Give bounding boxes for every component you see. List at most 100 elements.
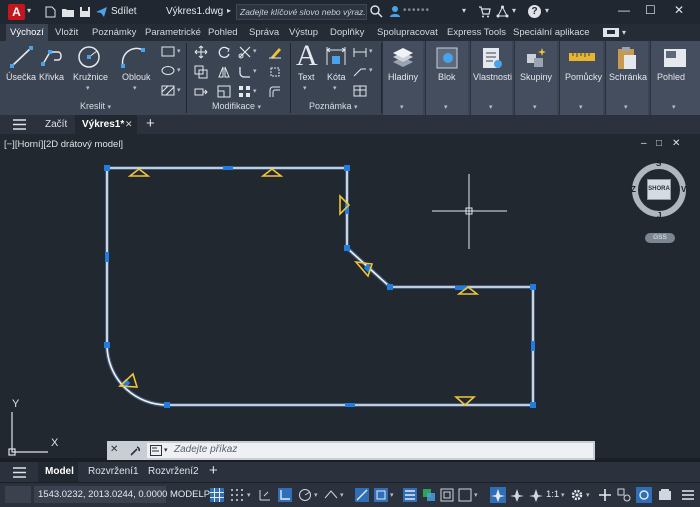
maximize-window-button[interactable]: ☐ bbox=[645, 3, 656, 17]
polyline-icon[interactable] bbox=[40, 44, 66, 70]
connect-chevron-icon[interactable]: ▾ bbox=[512, 6, 516, 15]
cart-icon[interactable] bbox=[478, 6, 491, 18]
command-close-icon[interactable]: ✕ bbox=[110, 444, 118, 455]
model-tab[interactable]: Model bbox=[38, 462, 78, 482]
leader-icon[interactable] bbox=[353, 65, 367, 77]
user-name[interactable]: •••••• bbox=[403, 5, 430, 16]
tab-express-tools[interactable]: Express Tools bbox=[447, 27, 506, 38]
properties-panel-button[interactable]: Vlastnosti ▾ bbox=[470, 41, 512, 115]
annotation-visibility-icon[interactable] bbox=[490, 487, 506, 503]
line-button[interactable]: Úsečka bbox=[6, 72, 36, 82]
isodraft-dropdown-icon[interactable]: ▾ bbox=[340, 491, 344, 499]
dimension-button[interactable]: Kóta bbox=[327, 72, 346, 82]
polar-dropdown-icon[interactable]: ▾ bbox=[314, 491, 318, 499]
isolate-objects-icon[interactable] bbox=[658, 488, 672, 502]
connect-icon[interactable] bbox=[496, 5, 509, 18]
close-window-button[interactable]: ✕ bbox=[674, 3, 684, 17]
scale-icon[interactable] bbox=[217, 85, 231, 99]
transparency-icon[interactable] bbox=[422, 488, 436, 502]
circle-icon[interactable] bbox=[76, 44, 102, 70]
layout-menu-icon[interactable] bbox=[13, 467, 26, 478]
utilities-panel-button[interactable]: Pomůcky ▾ bbox=[559, 41, 603, 115]
new-file-icon[interactable] bbox=[44, 6, 56, 18]
ribbon-toggle-chevron-icon[interactable]: ▾ bbox=[622, 28, 626, 37]
new-layout-button[interactable]: + bbox=[209, 462, 218, 479]
share-icon[interactable] bbox=[95, 6, 108, 18]
3d-object-snap-icon[interactable] bbox=[458, 488, 472, 502]
copy-icon[interactable] bbox=[194, 65, 208, 79]
polar-tracking-icon[interactable] bbox=[298, 488, 312, 502]
start-tab[interactable]: Začít bbox=[45, 119, 67, 130]
explode-icon[interactable] bbox=[268, 65, 282, 79]
customization-menu-icon[interactable] bbox=[681, 488, 695, 502]
circle-button[interactable]: Kružnice bbox=[73, 72, 108, 82]
ellipse-icon[interactable] bbox=[161, 65, 175, 76]
model-space-toggle[interactable]: MODELP bbox=[170, 489, 210, 500]
infer-constraints-icon[interactable] bbox=[258, 488, 272, 502]
auto-scale-icon[interactable] bbox=[509, 487, 525, 503]
drawing-geometry[interactable] bbox=[0, 134, 700, 458]
tab-sprava[interactable]: Správa bbox=[249, 27, 279, 38]
clipboard-panel-button[interactable]: Schránka ▾ bbox=[605, 41, 648, 115]
3d-snap-dropdown-icon[interactable]: ▾ bbox=[474, 491, 478, 499]
layout2-tab[interactable]: Rozvržení2 bbox=[148, 466, 199, 477]
draw-panel-title[interactable]: Kreslit ▾ bbox=[80, 101, 111, 111]
share-button[interactable]: Sdílet bbox=[111, 6, 137, 17]
tab-specialni-aplikace[interactable]: Speciální aplikace bbox=[513, 27, 590, 38]
workspace-gear-icon[interactable] bbox=[570, 488, 584, 502]
trim-icon[interactable] bbox=[238, 45, 252, 59]
fillet-icon[interactable] bbox=[238, 65, 252, 79]
layers-panel-button[interactable]: Hladiny ▾ bbox=[382, 41, 423, 115]
active-drawing-tab[interactable]: Výkres1* ✕ bbox=[75, 115, 137, 134]
command-input[interactable]: ▾ Zadejte příkaz bbox=[147, 443, 593, 458]
tab-vychozi[interactable]: Výchozí bbox=[6, 24, 48, 41]
annotation-scale-icon[interactable] bbox=[528, 487, 544, 503]
move-icon[interactable] bbox=[194, 45, 208, 59]
tab-vlozit[interactable]: Vložit bbox=[55, 27, 78, 38]
search-expand-icon[interactable]: ▸ bbox=[227, 6, 231, 15]
drawing-canvas[interactable]: [−][Horní][2D drátový model] – □ ✕ S J Z… bbox=[0, 134, 700, 458]
tab-doplnky[interactable]: Doplňky bbox=[330, 27, 364, 38]
command-line[interactable]: ✕ ▾ Zadejte příkaz bbox=[107, 441, 595, 460]
dimension-dropdown-icon[interactable]: ▾ bbox=[333, 84, 337, 92]
user-icon[interactable] bbox=[389, 5, 401, 18]
annotation-monitor-icon[interactable] bbox=[598, 488, 612, 502]
object-snap-icon[interactable] bbox=[374, 488, 388, 502]
table-icon[interactable] bbox=[353, 85, 367, 97]
ellipse-dropdown-icon[interactable]: ▾ bbox=[177, 66, 181, 74]
dimension-icon[interactable] bbox=[324, 44, 348, 70]
ortho-mode-icon[interactable] bbox=[278, 488, 292, 502]
minimize-window-button[interactable]: — bbox=[618, 3, 630, 17]
rectangle-icon[interactable] bbox=[161, 46, 175, 57]
tab-parametricke[interactable]: Parametrické bbox=[145, 27, 201, 38]
block-panel-button[interactable]: Blok ▾ bbox=[425, 41, 468, 115]
mirror-icon[interactable] bbox=[217, 65, 231, 79]
leader-dropdown-icon[interactable]: ▾ bbox=[369, 66, 373, 74]
offset-icon[interactable] bbox=[268, 85, 282, 99]
coordinates-display[interactable]: 1543.0232, 2013.0244, 0.0000 bbox=[34, 486, 167, 503]
scale-dropdown-icon[interactable]: ▾ bbox=[561, 491, 565, 499]
annotation-panel-chevron-icon[interactable]: ▾ bbox=[354, 104, 358, 111]
annotation-panel-title[interactable]: Poznámka ▾ bbox=[309, 101, 358, 111]
circle-dropdown-icon[interactable]: ▾ bbox=[86, 84, 90, 92]
workspace-dropdown-icon[interactable]: ▾ bbox=[586, 491, 590, 499]
tab-poznamky[interactable]: Poznámky bbox=[92, 27, 136, 38]
text-icon[interactable]: A bbox=[296, 41, 318, 71]
app-logo[interactable]: A bbox=[8, 4, 25, 20]
command-history-chevron-icon[interactable]: ▾ bbox=[164, 446, 168, 454]
snap-dropdown-icon[interactable]: ▾ bbox=[247, 491, 251, 499]
tab-vystup[interactable]: Výstup bbox=[289, 27, 318, 38]
selection-cycling-icon[interactable] bbox=[440, 488, 454, 502]
search-icon[interactable] bbox=[370, 5, 383, 18]
arc-icon[interactable] bbox=[120, 44, 146, 70]
modify-panel-chevron-icon[interactable]: ▾ bbox=[258, 104, 262, 111]
user-menu-chevron-icon[interactable]: ▾ bbox=[462, 6, 466, 15]
fillet-dropdown-icon[interactable]: ▾ bbox=[253, 67, 257, 75]
tab-pohled[interactable]: Pohled bbox=[208, 27, 238, 38]
object-snap-tracking-icon[interactable] bbox=[355, 488, 369, 502]
tab-spolupracovat[interactable]: Spolupracovat bbox=[377, 27, 438, 38]
units-icon[interactable] bbox=[617, 488, 631, 502]
command-customize-icon[interactable] bbox=[129, 445, 141, 457]
line-icon[interactable] bbox=[9, 44, 35, 70]
groups-panel-button[interactable]: Skupiny ▾ bbox=[514, 41, 557, 115]
